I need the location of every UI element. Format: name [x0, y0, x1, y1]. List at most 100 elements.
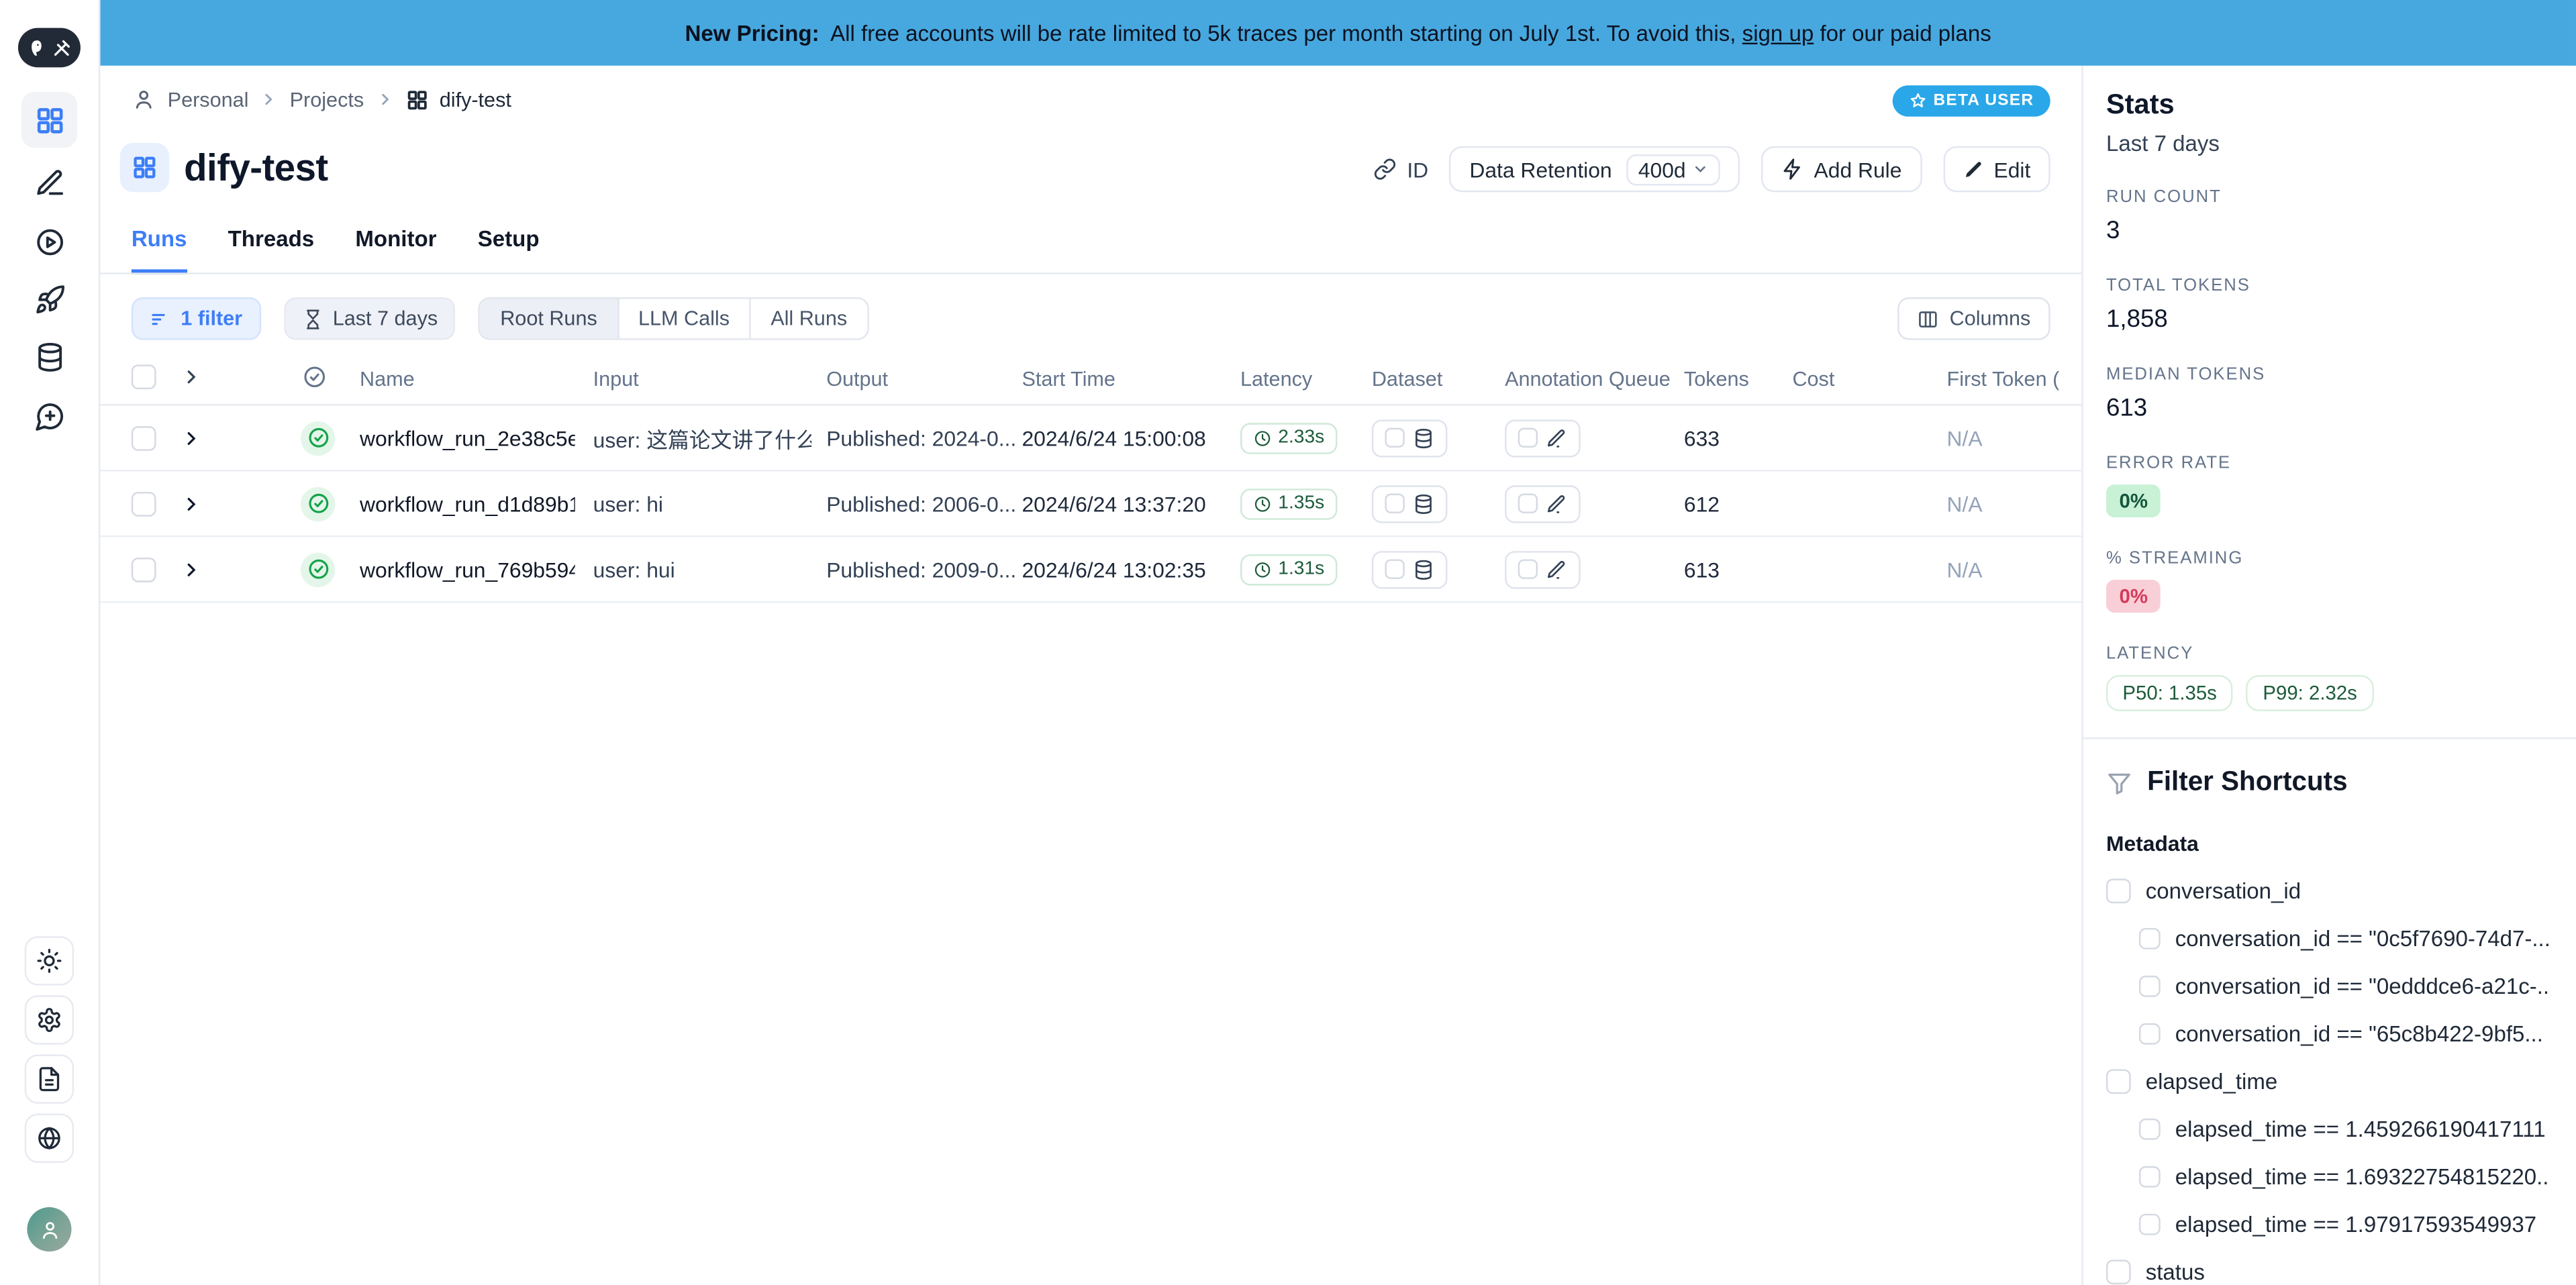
column-header-cost[interactable]: Cost — [1792, 368, 1834, 391]
grid-icon — [132, 154, 158, 181]
annotation-checkbox[interactable] — [1518, 559, 1538, 578]
add-to-dataset-button[interactable] — [1372, 550, 1448, 588]
select-all-checkbox[interactable] — [132, 364, 156, 389]
column-header-output[interactable]: Output — [826, 368, 888, 391]
filter-item-checkbox[interactable] — [2139, 1214, 2161, 1235]
filter-item-checkbox[interactable] — [2139, 1119, 2161, 1140]
column-header-dataset[interactable]: Dataset — [1372, 368, 1442, 391]
sidebar-item-feedback[interactable] — [21, 388, 77, 444]
stats-subtitle: Last 7 days — [2106, 132, 2550, 156]
filter-group-checkbox[interactable] — [2106, 879, 2131, 904]
data-retention-dropdown[interactable]: 400d — [1627, 154, 1720, 185]
link-icon — [1374, 158, 1397, 181]
row-checkbox[interactable] — [132, 491, 156, 516]
filter-count-button[interactable]: 1 filter — [132, 297, 260, 340]
run-start-time: 2024/6/24 13:37:20 — [1022, 491, 1205, 516]
column-header-annotation-queue[interactable]: Annotation Queue — [1505, 368, 1671, 391]
langsmith-logo[interactable] — [18, 28, 81, 68]
column-header-latency[interactable]: Latency — [1240, 368, 1312, 391]
table-row[interactable]: workflow_run_d1d89b1e user: hi Published… — [100, 471, 2081, 537]
breadcrumb-personal[interactable]: Personal — [168, 88, 249, 111]
streaming-badge: 0% — [2106, 580, 2161, 613]
run-latency-badge: 1.31s — [1240, 554, 1338, 585]
theme-toggle-button[interactable] — [25, 936, 74, 985]
filter-item-checkbox[interactable] — [2139, 928, 2161, 949]
add-to-dataset-button[interactable] — [1372, 419, 1448, 456]
database-icon — [1413, 558, 1434, 580]
tab-threads[interactable]: Threads — [228, 227, 315, 274]
table-row[interactable]: workflow_run_2e38c5e8 user: 这篇论文讲了什么... … — [100, 406, 2081, 472]
filter-item-checkbox[interactable] — [2139, 1166, 2161, 1188]
columns-button[interactable]: Columns — [1897, 297, 2050, 340]
add-to-annotation-queue-button[interactable] — [1505, 484, 1581, 522]
dataset-checkbox[interactable] — [1385, 428, 1404, 448]
column-header-name[interactable]: Name — [360, 368, 415, 391]
table-row[interactable]: workflow_run_769b5949 user: hui Publishe… — [100, 537, 2081, 603]
tab-runs[interactable]: Runs — [132, 227, 187, 274]
sidebar-item-playground[interactable] — [21, 213, 77, 269]
column-header-tokens[interactable]: Tokens — [1684, 368, 1749, 391]
column-header-first-token[interactable]: First Token ( — [1947, 368, 2060, 391]
sidebar-item-datasets[interactable] — [21, 329, 77, 384]
sidebar-item-projects[interactable] — [21, 92, 77, 148]
filter-item-checkbox[interactable] — [2139, 1023, 2161, 1045]
banner-close-button[interactable] — [2520, 18, 2550, 48]
sign-up-link[interactable]: sign up — [1742, 21, 1814, 46]
add-to-annotation-queue-button[interactable] — [1505, 550, 1581, 588]
hourglass-icon — [301, 308, 323, 329]
add-rule-button[interactable]: Add Rule — [1761, 146, 1922, 193]
segment-llm-calls[interactable]: LLM Calls — [619, 299, 751, 338]
data-retention-value: 400d — [1638, 157, 1686, 182]
row-expand-chevron[interactable] — [181, 493, 202, 514]
column-header-input[interactable]: Input — [593, 368, 639, 391]
status-header-icon — [302, 364, 327, 389]
filter-item-checkbox[interactable] — [2139, 976, 2161, 997]
segment-root-runs[interactable]: Root Runs — [481, 299, 619, 338]
median-tokens-label: MEDIAN TOKENS — [2106, 364, 2550, 384]
tab-monitor[interactable]: Monitor — [355, 227, 436, 274]
row-expand-chevron[interactable] — [181, 558, 202, 580]
run-name: workflow_run_2e38c5e8 — [360, 425, 575, 450]
add-to-annotation-queue-button[interactable] — [1505, 419, 1581, 456]
column-header-start-time[interactable]: Start Time — [1022, 368, 1115, 391]
filter-shortcuts-header: Filter Shortcuts — [2106, 767, 2550, 799]
pricing-banner: New Pricing: All free accounts will be r… — [100, 0, 2576, 66]
sidebar-item-annotation[interactable] — [21, 154, 77, 210]
beta-user-label: BETA USER — [1934, 92, 2034, 110]
tab-setup[interactable]: Setup — [478, 227, 540, 274]
time-range-button[interactable]: Last 7 days — [283, 297, 456, 340]
person-icon — [132, 87, 156, 112]
filter-group-checkbox[interactable] — [2106, 1260, 2131, 1284]
expand-all-chevron[interactable] — [181, 366, 202, 388]
clock-icon — [1254, 429, 1272, 447]
add-to-dataset-button[interactable] — [1372, 484, 1448, 522]
lightning-icon — [1781, 158, 1804, 181]
banner-text: All free accounts will be rate limited t… — [820, 21, 1742, 46]
row-expand-chevron[interactable] — [181, 427, 202, 448]
edit-button[interactable]: Edit — [1943, 146, 2050, 193]
filter-group-checkbox[interactable] — [2106, 1069, 2131, 1094]
document-icon — [36, 1066, 62, 1092]
filter-shortcut-item: elapsed_time == 1.69322754815220... — [2139, 1164, 2550, 1189]
run-count-label: RUN COUNT — [2106, 187, 2550, 207]
beta-user-badge[interactable]: BETA USER — [1892, 85, 2050, 117]
annotation-checkbox[interactable] — [1518, 428, 1538, 448]
run-count-value: 3 — [2106, 217, 2550, 245]
user-avatar[interactable] — [27, 1207, 71, 1251]
copy-id-button[interactable]: ID — [1374, 157, 1428, 182]
filter-group-status: status — [2106, 1260, 2550, 1284]
row-checkbox[interactable] — [132, 557, 156, 582]
row-checkbox[interactable] — [132, 425, 156, 450]
breadcrumb-projects[interactable]: Projects — [290, 88, 364, 111]
sidebar-item-deployments[interactable] — [21, 271, 77, 327]
web-button[interactable] — [25, 1114, 74, 1163]
run-input: user: 这篇论文讲了什么... — [593, 422, 812, 454]
dataset-checkbox[interactable] — [1385, 559, 1404, 578]
segment-all-runs[interactable]: All Runs — [751, 299, 867, 338]
annotation-checkbox[interactable] — [1518, 494, 1538, 513]
docs-button[interactable] — [25, 1054, 74, 1103]
settings-button[interactable] — [25, 995, 74, 1044]
dataset-checkbox[interactable] — [1385, 494, 1404, 513]
filter-count-label: 1 filter — [181, 307, 242, 330]
data-retention-button[interactable]: Data Retention 400d — [1450, 146, 1740, 193]
